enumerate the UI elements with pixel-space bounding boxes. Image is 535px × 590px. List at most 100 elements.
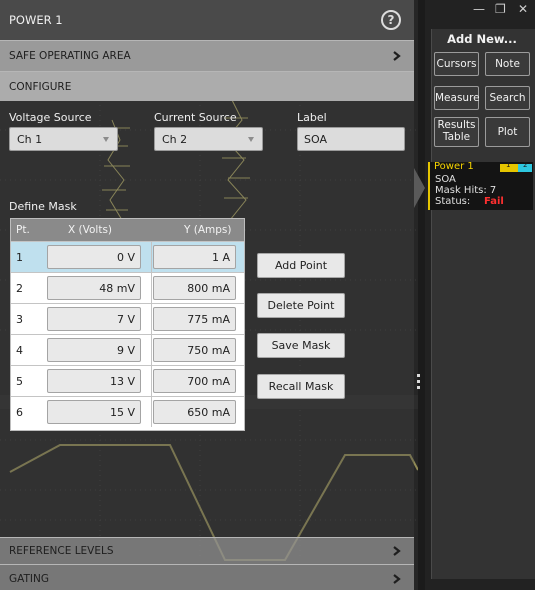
y-value: 650 mA [187,406,230,419]
label-input[interactable]: SOA [297,127,405,151]
column-divider [151,242,152,272]
row-point-number: 1 [16,251,23,264]
section-label: CONFIGURE [9,81,72,93]
chevron-right-icon [393,51,401,61]
mask-row[interactable]: 6 15 V 650 mA [11,396,244,430]
minimize-icon[interactable]: — [473,2,485,16]
mask-row[interactable]: 2 48 mV 800 mA [11,272,244,303]
column-divider [151,273,152,303]
dialog-title: POWER 1 [9,13,63,27]
badge-status-label: Status: [435,196,471,207]
search-button[interactable]: Search [485,86,530,110]
badge-name: Power 1 [434,161,474,172]
recall-mask-button[interactable]: Recall Mask [257,374,345,399]
caret-down-icon [103,137,109,142]
help-icon[interactable]: ? [381,10,401,30]
voltage-source-label: Voltage Source [9,111,92,124]
x-value-field[interactable]: 7 V [47,307,141,331]
chevron-right-icon [393,574,401,584]
badge-mask-hits: Mask Hits: 7 [435,185,497,196]
mask-row[interactable]: 5 13 V 700 mA [11,365,244,396]
current-source-value: Ch 2 [162,133,188,146]
y-value-field[interactable]: 750 mA [153,338,236,362]
row-point-number: 2 [16,282,23,295]
y-value: 750 mA [187,344,230,357]
define-mask-label: Define Mask [9,200,77,213]
y-value: 775 mA [187,313,230,326]
y-value: 700 mA [187,375,230,388]
results-table-label-line1: Results [437,119,476,131]
x-value-field[interactable]: 0 V [47,245,141,269]
close-icon[interactable]: ✕ [518,2,528,16]
row-point-number: 4 [16,344,23,357]
delete-point-button[interactable]: Delete Point [257,293,345,318]
header-x: X (Volts) [68,224,113,236]
chip-label: 1 [506,161,511,169]
x-value-field[interactable]: 13 V [47,369,141,393]
row-point-number: 6 [16,406,23,419]
header-y: Y (Amps) [184,224,232,236]
caret-down-icon [248,137,254,142]
power-measurement-badge[interactable]: Power 1 1 2 SOA Mask Hits: 7 Status: Fai… [428,161,533,210]
x-value-field[interactable]: 48 mV [47,276,141,300]
plot-button[interactable]: Plot [485,117,530,147]
note-button[interactable]: Note [485,52,530,76]
voltage-source-value: Ch 1 [17,133,43,146]
y-value-field[interactable]: 650 mA [153,400,236,424]
power-config-dialog: POWER 1 ? SAFE OPERATING AREA CONFIGURE … [0,0,414,590]
section-label: SAFE OPERATING AREA [9,50,131,62]
y-value-field[interactable]: 1 A [153,245,236,269]
header-pt: Pt. [16,224,30,236]
section-safe-operating-area[interactable]: SAFE OPERATING AREA [0,40,414,71]
cursors-button[interactable]: Cursors [434,52,479,76]
y-value: 1 A [211,251,230,264]
section-gating[interactable]: GATING [0,564,414,590]
current-source-dropdown[interactable]: Ch 2 [154,127,263,151]
x-value: 48 mV [99,282,135,295]
y-value-field[interactable]: 700 mA [153,369,236,393]
label-field-label: Label [297,111,327,124]
y-value-field[interactable]: 800 mA [153,276,236,300]
x-value: 9 V [116,344,135,357]
x-value: 15 V [109,406,135,419]
column-divider [151,397,152,427]
row-point-number: 3 [16,313,23,326]
x-value: 13 V [109,375,135,388]
add-new-panel: Add New... Cursors Note Measure Search R… [431,29,535,579]
mask-table-header: Pt. X (Volts) Y (Amps) [11,219,244,241]
column-divider [151,304,152,334]
results-table-label-line2: Table [442,131,471,143]
maximize-icon[interactable]: ❐ [495,2,506,16]
x-value-field[interactable]: 15 V [47,400,141,424]
current-source-label: Current Source [154,111,237,124]
x-value: 7 V [116,313,135,326]
results-table-button[interactable]: Results Table [434,117,479,147]
column-divider [151,366,152,396]
add-point-button[interactable]: Add Point [257,253,345,278]
mask-row[interactable]: 4 9 V 750 mA [11,334,244,365]
section-label: GATING [9,573,50,585]
section-reference-levels[interactable]: REFERENCE LEVELS [0,537,414,564]
panel-collapse-handle[interactable] [414,168,425,208]
badge-status-value: Fail [484,196,504,207]
section-label: REFERENCE LEVELS [9,545,114,557]
measure-button[interactable]: Measure [434,86,480,110]
chip-label: 2 [523,161,528,169]
channel-2-chip: 2 [518,161,532,172]
x-value-field[interactable]: 9 V [47,338,141,362]
section-configure[interactable]: CONFIGURE [0,71,414,101]
mask-row[interactable]: 3 7 V 775 mA [11,303,244,334]
add-new-title: Add New... [447,32,517,46]
mask-row[interactable]: 1 0 V 1 A [11,241,244,272]
x-value: 0 V [116,251,135,264]
column-divider [151,335,152,365]
y-value-field[interactable]: 775 mA [153,307,236,331]
panel-resize-handle[interactable] [417,374,421,394]
badge-measurement-type: SOA [435,174,456,185]
channel-1-chip: 1 [500,161,518,172]
dialog-title-bar[interactable]: POWER 1 ? [0,0,414,40]
badge-header: Power 1 1 2 [430,161,533,173]
save-mask-button[interactable]: Save Mask [257,333,345,358]
voltage-source-dropdown[interactable]: Ch 1 [9,127,118,151]
row-point-number: 5 [16,375,23,388]
